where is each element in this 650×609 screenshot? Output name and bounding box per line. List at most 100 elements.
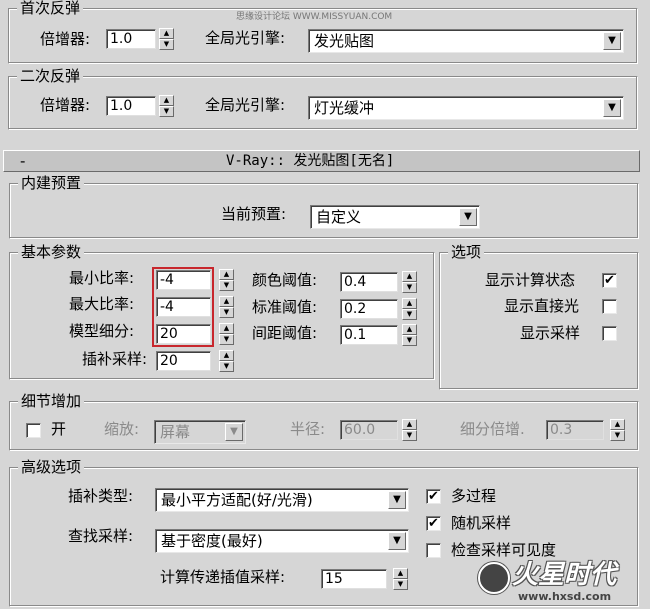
spin-up-icon[interactable]: ▲ — [402, 298, 417, 309]
spin-up-icon[interactable]: ▲ — [402, 324, 417, 335]
chevron-down-icon[interactable]: ▼ — [603, 32, 621, 50]
max-rate-spinner[interactable]: ▲ ▼ — [219, 296, 234, 318]
interp-type-value: 最小平方适配(好/光滑) — [161, 491, 313, 509]
calc-pass-label: 计算传递插值采样: — [160, 568, 286, 586]
detail-radius-spinner[interactable]: ▲ ▼ — [402, 419, 417, 441]
chevron-down-icon[interactable]: ▼ — [459, 208, 477, 226]
clr-thresh-spinner[interactable]: ▲ ▼ — [402, 271, 417, 293]
hxsd-logo-text: 火星时代 — [512, 560, 617, 590]
spin-up-icon[interactable]: ▲ — [219, 269, 234, 280]
spin-up-icon[interactable]: ▲ — [402, 419, 417, 430]
interp-samples-input[interactable]: 20 — [156, 351, 211, 371]
spin-down-icon[interactable]: ▼ — [402, 335, 417, 346]
detail-on-checkbox[interactable] — [26, 423, 41, 438]
spin-down-icon[interactable]: ▼ — [610, 430, 625, 441]
interp-type-label: 插补类型: — [68, 487, 134, 505]
chevron-down-icon[interactable]: ▼ — [603, 99, 621, 117]
calc-pass-spinner[interactable]: ▲ ▼ — [393, 568, 408, 590]
rollout-title: V-Ray:: 发光贴图[无名] — [226, 153, 395, 169]
spin-down-icon[interactable]: ▼ — [402, 430, 417, 441]
builtin-presets-title: 内建预置 — [18, 174, 85, 192]
spin-up-icon[interactable]: ▲ — [402, 271, 417, 282]
secondary-multiplier-input[interactable]: 1.0 — [106, 96, 156, 116]
checkmark-icon: ✔ — [604, 273, 615, 288]
chevron-down-icon[interactable]: ▼ — [388, 491, 406, 509]
lookup-samples-label: 查找采样: — [68, 527, 134, 545]
show-direct-light-checkbox[interactable] — [602, 299, 617, 314]
clr-thresh-input[interactable]: 0.4 — [340, 272, 398, 292]
spin-down-icon[interactable]: ▼ — [159, 39, 174, 50]
primary-multiplier-label: 倍增器: — [40, 30, 91, 48]
secondary-multiplier-spinner[interactable]: ▲ ▼ — [159, 95, 174, 117]
primary-engine-value: 发光贴图 — [314, 32, 375, 50]
detail-subdivs-input[interactable]: 0.3 — [546, 420, 604, 440]
spin-up-icon[interactable]: ▲ — [159, 95, 174, 106]
hxsd-logo-url: www.hxsd.com — [518, 590, 612, 603]
spin-down-icon[interactable]: ▼ — [393, 579, 408, 590]
spin-up-icon[interactable]: ▲ — [393, 568, 408, 579]
interp-samples-spinner[interactable]: ▲ ▼ — [219, 350, 234, 372]
spin-up-icon[interactable]: ▲ — [610, 419, 625, 430]
advanced-options-title: 高级选项 — [18, 458, 85, 476]
secondary-engine-value: 灯光缓冲 — [314, 99, 375, 117]
detail-subdivs-label: 细分倍增. — [460, 420, 525, 438]
spin-down-icon[interactable]: ▼ — [219, 280, 234, 291]
detail-enhancement-title: 细节增加 — [18, 392, 85, 410]
current-preset-dropdown[interactable]: 自定义 ▼ — [310, 205, 480, 229]
spin-up-icon[interactable]: ▲ — [219, 323, 234, 334]
detail-scale-dropdown[interactable]: 屏幕 ▼ — [154, 420, 246, 444]
spin-down-icon[interactable]: ▼ — [219, 307, 234, 318]
show-direct-light-label: 显示直接光 — [504, 297, 580, 315]
interp-samples-label: 插补采样: — [82, 350, 148, 368]
dist-thresh-label: 间距阈值: — [252, 324, 318, 342]
hxsd-logo: 火星时代 www.hxsd.com — [478, 556, 638, 606]
spin-down-icon[interactable]: ▼ — [219, 361, 234, 372]
primary-bounce-title: 首次反弹 — [17, 0, 84, 17]
calc-pass-input[interactable]: 15 — [321, 569, 387, 589]
min-rate-spinner[interactable]: ▲ ▼ — [219, 269, 234, 291]
interp-type-dropdown[interactable]: 最小平方适配(好/光滑) ▼ — [155, 488, 409, 512]
irradiance-map-rollout-header[interactable]: - V-Ray:: 发光贴图[无名] — [3, 150, 640, 172]
spin-down-icon[interactable]: ▼ — [402, 282, 417, 293]
current-preset-label: 当前预置: — [221, 205, 287, 223]
primary-multiplier-input[interactable]: 1.0 — [106, 29, 156, 49]
spin-up-icon[interactable]: ▲ — [219, 296, 234, 307]
detail-scale-value: 屏幕 — [160, 423, 191, 441]
detail-subdivs-spinner[interactable]: ▲ ▼ — [610, 419, 625, 441]
primary-multiplier-spinner[interactable]: ▲ ▼ — [159, 28, 174, 50]
spin-down-icon[interactable]: ▼ — [402, 309, 417, 320]
secondary-engine-label: 全局光引擎: — [205, 96, 286, 114]
multipass-label: 多过程 — [451, 487, 497, 505]
nrm-thresh-input[interactable]: 0.2 — [340, 299, 398, 319]
nrm-thresh-spinner[interactable]: ▲ ▼ — [402, 298, 417, 320]
detail-radius-label: 半径: — [290, 420, 326, 438]
checkmark-icon: ✔ — [428, 489, 439, 504]
show-calc-phase-checkbox[interactable]: ✔ — [602, 273, 617, 288]
spin-down-icon[interactable]: ▼ — [219, 334, 234, 345]
current-preset-value: 自定义 — [316, 208, 362, 226]
dist-thresh-spinner[interactable]: ▲ ▼ — [402, 324, 417, 346]
primary-engine-dropdown[interactable]: 发光贴图 ▼ — [308, 29, 624, 53]
detail-radius-input[interactable]: 60.0 — [340, 420, 398, 440]
multipass-checkbox[interactable]: ✔ — [426, 489, 441, 504]
spin-up-icon[interactable]: ▲ — [159, 28, 174, 39]
lookup-samples-dropdown[interactable]: 基于密度(最好) ▼ — [155, 529, 409, 553]
randomize-samples-checkbox[interactable]: ✔ — [426, 516, 441, 531]
highlight-box — [152, 267, 214, 347]
secondary-engine-dropdown[interactable]: 灯光缓冲 ▼ — [308, 96, 624, 120]
hxsd-logo-mark-icon — [478, 562, 510, 594]
collapse-icon[interactable]: - — [20, 151, 25, 171]
check-sample-visibility-checkbox[interactable] — [426, 543, 441, 558]
show-samples-label: 显示采样 — [520, 324, 581, 342]
spin-up-icon[interactable]: ▲ — [219, 350, 234, 361]
lookup-samples-value: 基于密度(最好) — [161, 532, 263, 550]
hsph-subdivs-spinner[interactable]: ▲ ▼ — [219, 323, 234, 345]
dist-thresh-input[interactable]: 0.1 — [340, 325, 398, 345]
chevron-down-icon[interactable]: ▼ — [388, 532, 406, 550]
primary-engine-label: 全局光引擎: — [205, 29, 286, 47]
show-samples-checkbox[interactable] — [602, 326, 617, 341]
chevron-down-icon[interactable]: ▼ — [225, 423, 243, 441]
nrm-thresh-label: 标准阈值: — [252, 298, 318, 316]
hsph-subdivs-label: 模型细分: — [69, 322, 135, 340]
spin-down-icon[interactable]: ▼ — [159, 106, 174, 117]
